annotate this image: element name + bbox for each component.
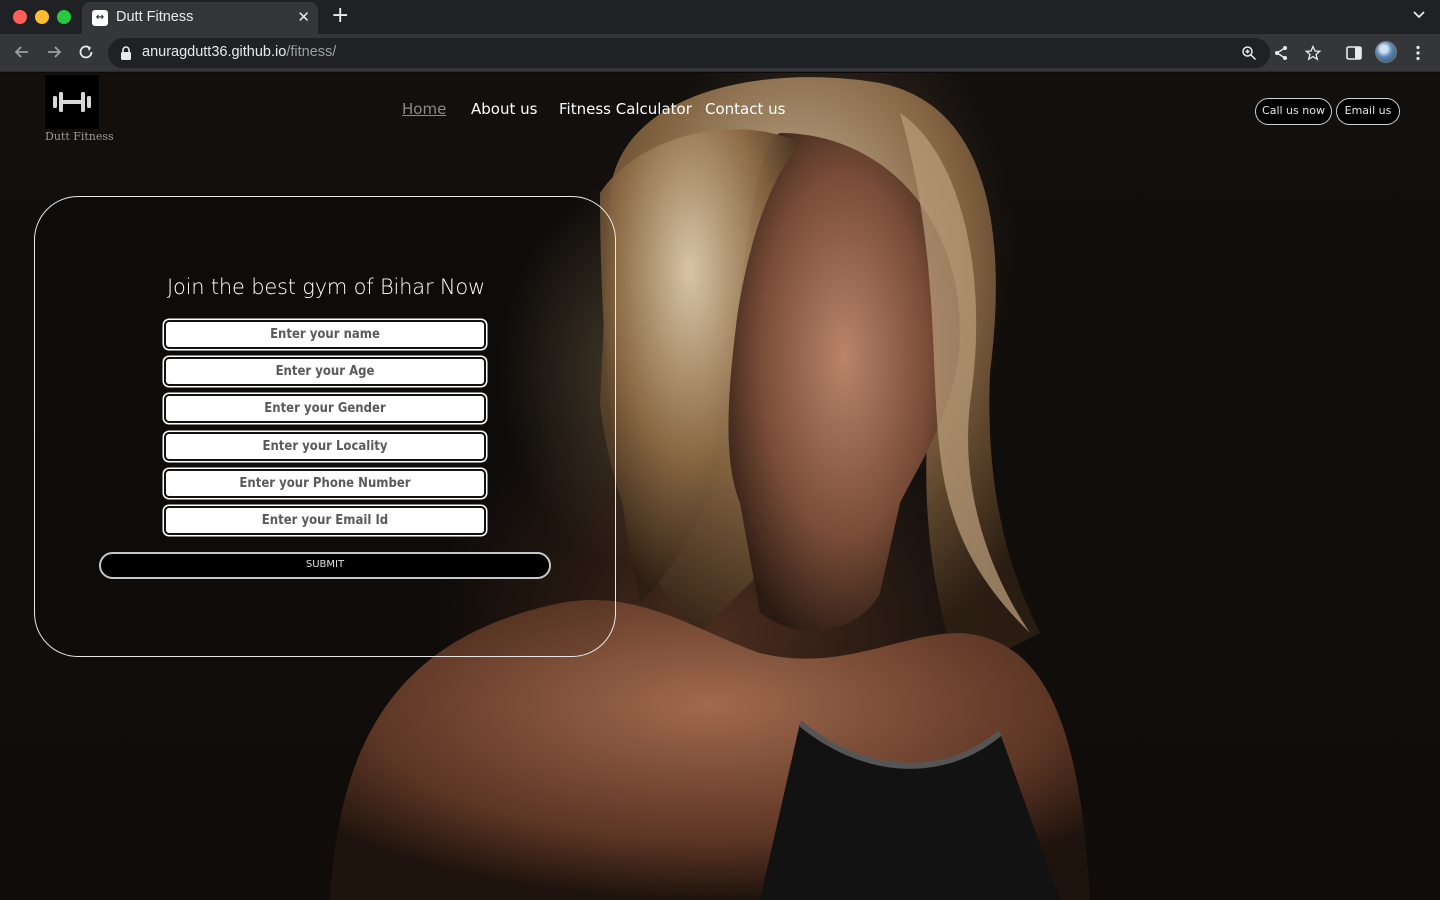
lock-icon[interactable] [120, 46, 132, 60]
site-logo[interactable] [45, 75, 99, 129]
gender-input[interactable] [164, 394, 486, 423]
browser-tab[interactable]: ↔ Dutt Fitness ✕ [82, 2, 318, 34]
new-tab-icon[interactable]: + [331, 3, 349, 28]
arrow-right-icon[interactable] [44, 42, 64, 62]
address-bar[interactable]: anuragdutt36.github.io/fitness/ [108, 38, 1321, 68]
browser-tab-bar: ↔ Dutt Fitness ✕ + [0, 0, 1440, 34]
url-text[interactable]: anuragdutt36.github.io/fitness/ [142, 44, 336, 60]
nav-home-link[interactable]: Home [402, 100, 446, 118]
locality-input[interactable] [164, 432, 486, 461]
close-window-button[interactable] [13, 10, 27, 24]
chevron-down-icon[interactable] [1412, 8, 1426, 22]
browser-toolbar: anuragdutt36.github.io/fitness/ [0, 34, 1440, 72]
nav-contact-link[interactable]: Contact us [705, 100, 785, 118]
phone-input[interactable] [164, 469, 486, 498]
arrow-left-icon[interactable] [12, 42, 32, 62]
dumbbell-icon [53, 92, 91, 112]
zoom-icon[interactable] [1241, 45, 1257, 61]
form-title: Join the best gym of Bihar Now [167, 275, 485, 299]
name-input[interactable] [164, 320, 486, 349]
side-panel-icon[interactable] [1345, 44, 1363, 62]
email-us-button[interactable]: Email us [1336, 98, 1400, 125]
call-us-button[interactable]: Call us now [1255, 98, 1332, 125]
nav-about-link[interactable]: About us [471, 100, 537, 118]
star-icon[interactable] [1305, 45, 1321, 61]
signup-form: Join the best gym of Bihar Now SUBMIT [34, 196, 616, 657]
favicon-icon: ↔ [92, 10, 108, 26]
close-tab-icon[interactable]: ✕ [297, 8, 310, 26]
share-icon[interactable] [1273, 45, 1289, 61]
reload-icon[interactable] [76, 42, 96, 62]
kebab-menu-icon[interactable] [1409, 44, 1427, 62]
tab-title: Dutt Fitness [116, 9, 194, 25]
hero-section: Dutt Fitness Home About us Fitness Calcu… [0, 73, 1440, 900]
email-input[interactable] [164, 506, 486, 535]
logo-text: Dutt Fitness [45, 130, 114, 143]
profile-avatar[interactable] [1375, 41, 1397, 63]
minimize-window-button[interactable] [35, 10, 49, 24]
nav-fitness-calculator-link[interactable]: Fitness Calculator [559, 100, 692, 118]
submit-button[interactable]: SUBMIT [99, 552, 551, 579]
age-input[interactable] [164, 357, 486, 386]
maximize-window-button[interactable] [57, 10, 71, 24]
